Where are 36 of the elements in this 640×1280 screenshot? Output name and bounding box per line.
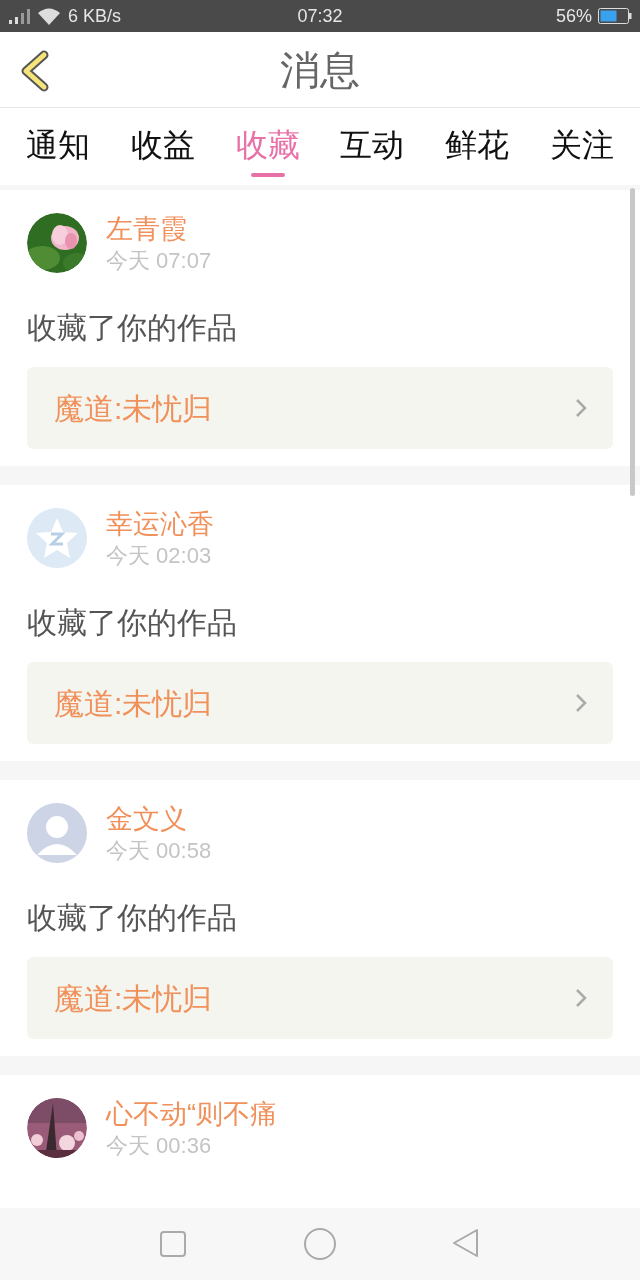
work-link[interactable]: 魔道:未忧归 — [27, 662, 613, 744]
signal-icon — [8, 7, 30, 25]
wifi-icon — [36, 6, 62, 26]
tab[interactable]: 关注 — [550, 125, 614, 165]
chevron-right-icon — [575, 398, 587, 418]
chevron-right-icon — [575, 988, 587, 1008]
battery-percent: 56% — [555, 4, 592, 28]
user-name[interactable]: 左青霞 — [106, 211, 212, 247]
square-icon — [159, 1230, 188, 1258]
message-text: 收藏了你的作品 — [27, 900, 238, 936]
tab[interactable]: 通知 — [26, 125, 90, 165]
clock: 07:32 — [296, 4, 344, 28]
person-avatar-icon — [27, 803, 87, 863]
timestamp: 今天 00:36 — [106, 1132, 213, 1160]
timestamp: 今天 07:07 — [106, 247, 212, 275]
message-text: 收藏了你的作品 — [27, 605, 238, 641]
user-name[interactable]: 幸运沁香 — [106, 506, 214, 542]
tab[interactable]: 鲜花 — [445, 125, 510, 165]
circle-icon — [304, 1228, 336, 1260]
work-link[interactable]: 魔道:未忧归 — [27, 957, 613, 1039]
tab[interactable]: 收藏 — [235, 125, 300, 165]
chevron-right-icon — [575, 693, 587, 713]
tab[interactable]: 收益 — [130, 125, 195, 165]
timestamp: 今天 00:58 — [106, 837, 212, 865]
scrollbar[interactable] — [630, 188, 635, 496]
tab-indicator — [250, 173, 285, 177]
battery-icon — [598, 7, 632, 25]
tab[interactable]: 互动 — [340, 125, 405, 165]
message-text: 收藏了你的作品 — [27, 310, 238, 346]
work-link[interactable]: 魔道:未忧归 — [27, 367, 613, 449]
page-title: 消息 — [280, 46, 360, 94]
star-avatar-icon — [27, 508, 87, 568]
user-name[interactable]: 心不动“则不痛 — [106, 1096, 277, 1132]
timestamp: 今天 02:03 — [106, 542, 213, 570]
network-speed: 6 KB/s — [68, 4, 122, 28]
user-name[interactable]: 金文义 — [106, 801, 212, 837]
